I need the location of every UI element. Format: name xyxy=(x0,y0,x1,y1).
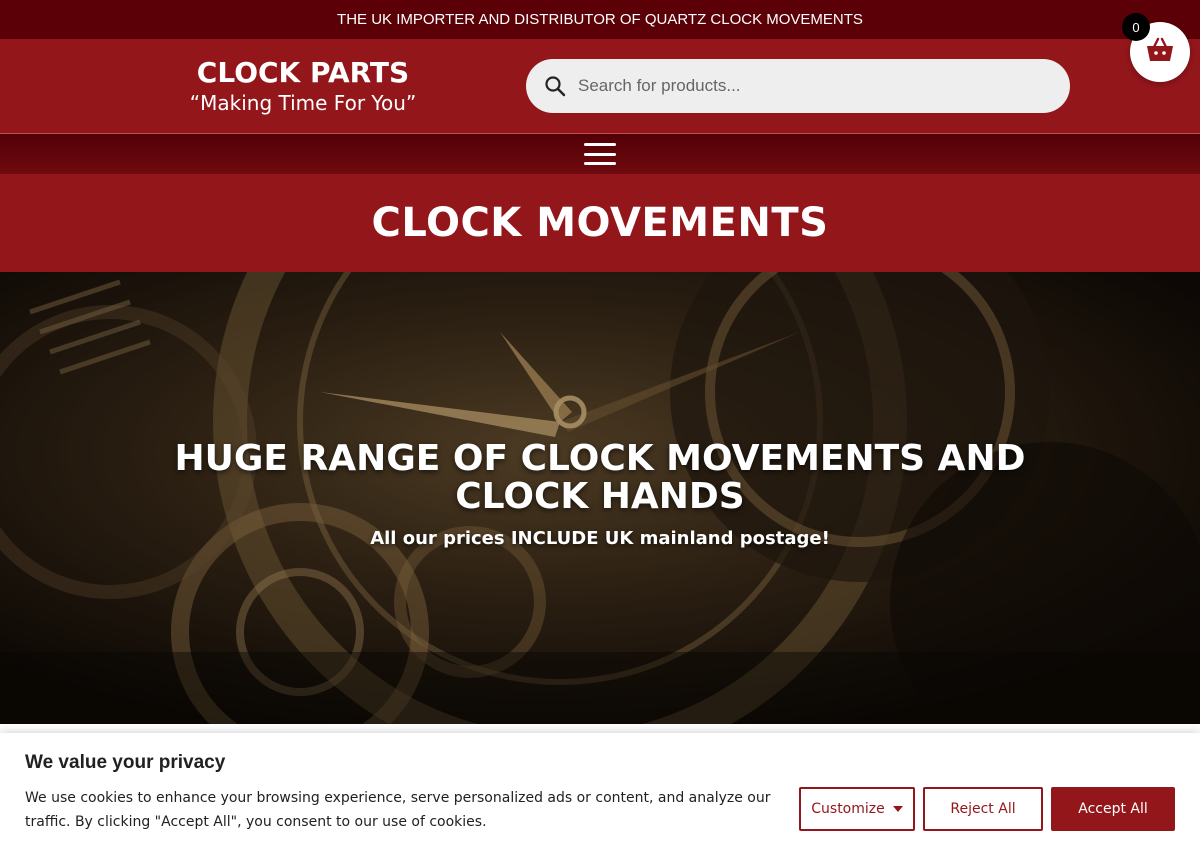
search-input[interactable]: Search for products... xyxy=(578,76,741,96)
product-search-bar[interactable]: Search for products... xyxy=(526,59,1070,113)
hero-banner: HUGE RANGE OF CLOCK MOVEMENTS AND CLOCK … xyxy=(0,272,1200,724)
customize-label: Customize xyxy=(811,801,885,817)
cart-count-badge: 0 xyxy=(1122,13,1150,41)
announcement-bar: THE UK IMPORTER AND DISTRIBUTOR OF QUART… xyxy=(0,0,1200,39)
page-title: CLOCK MOVEMENTS xyxy=(371,200,829,246)
reject-label: Reject All xyxy=(950,801,1016,817)
page-title-band: CLOCK MOVEMENTS xyxy=(0,174,1200,272)
announcement-text: THE UK IMPORTER AND DISTRIBUTOR OF QUART… xyxy=(337,11,863,28)
caret-down-icon xyxy=(892,806,903,812)
main-navigation xyxy=(0,133,1200,174)
cookie-title: We value your privacy xyxy=(25,752,226,773)
search-icon[interactable] xyxy=(544,75,566,97)
basket-icon xyxy=(1145,37,1175,67)
site-header: CLOCK PARTS “Making Time For You” Search… xyxy=(0,39,1200,133)
reject-all-button[interactable]: Reject All xyxy=(923,787,1043,831)
customize-button[interactable]: Customize xyxy=(799,787,915,831)
accept-all-button[interactable]: Accept All xyxy=(1051,787,1175,831)
accept-label: Accept All xyxy=(1078,801,1148,817)
cookie-consent-banner: We value your privacy We use cookies to … xyxy=(0,733,1200,850)
cookie-text: We use cookies to enhance your browsing … xyxy=(25,790,771,830)
logo-name: CLOCK PARTS xyxy=(196,56,410,89)
hero-subheadline: All our prices INCLUDE UK mainland posta… xyxy=(370,528,830,549)
site-logo[interactable]: CLOCK PARTS “Making Time For You” xyxy=(150,57,456,117)
logo-tagline: “Making Time For You” xyxy=(189,91,417,115)
hero-headline: HUGE RANGE OF CLOCK MOVEMENTS AND CLOCK … xyxy=(174,438,1026,517)
hamburger-menu-icon[interactable] xyxy=(584,143,616,165)
